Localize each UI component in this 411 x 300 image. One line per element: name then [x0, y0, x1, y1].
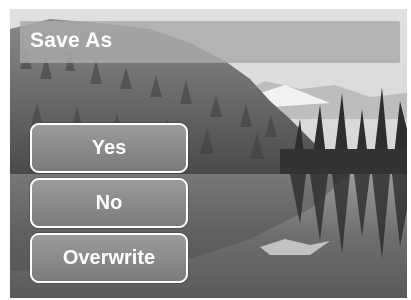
- overwrite-button[interactable]: Overwrite: [30, 233, 188, 283]
- camera-screen: Save As Yes No Overwrite: [10, 9, 407, 298]
- dialog-title: Save As: [30, 29, 113, 52]
- yes-button[interactable]: Yes: [30, 123, 188, 173]
- dialog-title-bar: Save As: [20, 21, 400, 63]
- no-button[interactable]: No: [30, 178, 188, 228]
